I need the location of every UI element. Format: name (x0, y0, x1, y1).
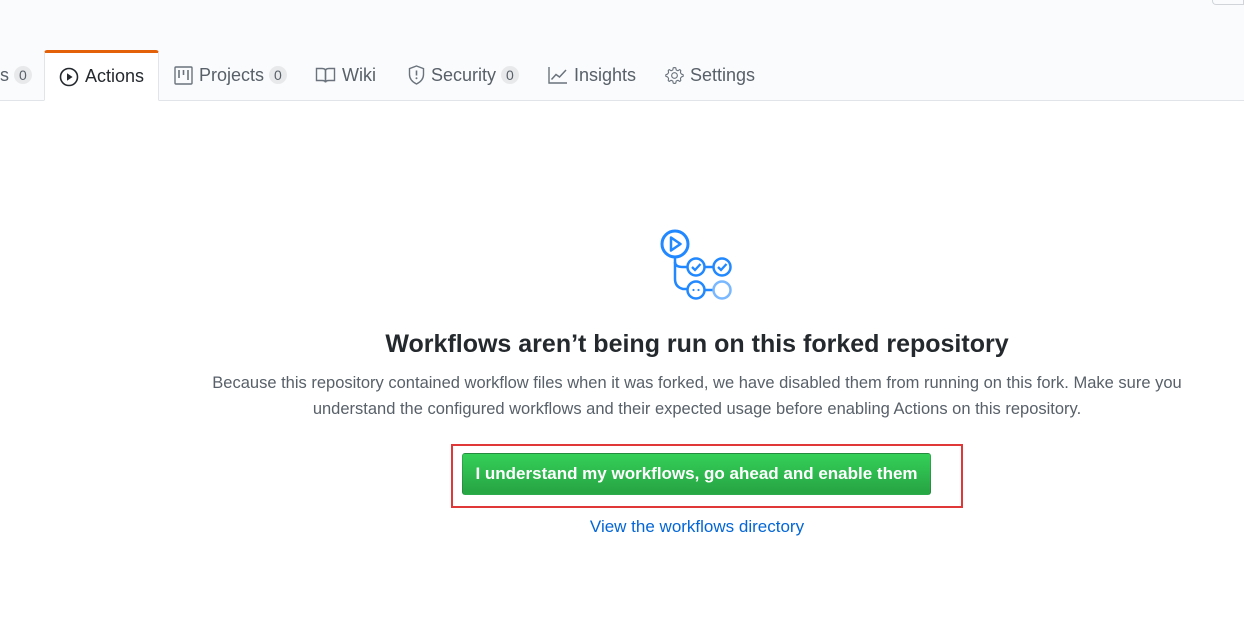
repo-nav-tabs: s 0 Actions Projects 0 Wiki Security 0 I… (0, 50, 1244, 101)
tab-label: Insights (574, 64, 637, 85)
gear-icon (665, 66, 684, 85)
tab-issues-partial[interactable]: s 0 (0, 50, 32, 100)
tab-actions[interactable]: Actions (44, 50, 160, 101)
tab-insights[interactable]: Insights (548, 50, 636, 100)
tab-settings[interactable]: Settings (665, 50, 755, 100)
blankslate-title: Workflows aren’t being run on this forke… (385, 330, 1009, 358)
project-icon (174, 65, 193, 85)
enable-workflows-button[interactable]: I understand my workflows, go ahead and … (462, 453, 931, 495)
play-icon (59, 67, 79, 87)
shield-icon (408, 65, 425, 85)
tab-label: s (0, 64, 9, 85)
blankslate-description: Because this repository contained workfl… (212, 374, 1182, 418)
tab-label: Settings (690, 64, 756, 85)
tab-label: Actions (85, 66, 145, 86)
tab-counter: 0 (269, 66, 287, 84)
header-corner-box (1212, 0, 1244, 5)
tab-label: Projects (199, 64, 265, 85)
tab-security[interactable]: Security 0 (408, 50, 519, 100)
graph-icon (548, 66, 568, 84)
tab-projects[interactable]: Projects 0 (174, 50, 287, 100)
tab-label: Wiki (342, 64, 376, 85)
tab-counter: 0 (14, 66, 32, 84)
repo-header: s 0 Actions Projects 0 Wiki Security 0 I… (0, 0, 1244, 101)
tab-label: Security (431, 64, 497, 85)
tab-counter: 0 (501, 66, 519, 84)
workflows-directory-link[interactable]: View the workflows directory (0, 517, 1244, 537)
tab-wiki[interactable]: Wiki (315, 50, 376, 100)
book-icon (315, 66, 336, 84)
workflow-icon (657, 227, 737, 308)
